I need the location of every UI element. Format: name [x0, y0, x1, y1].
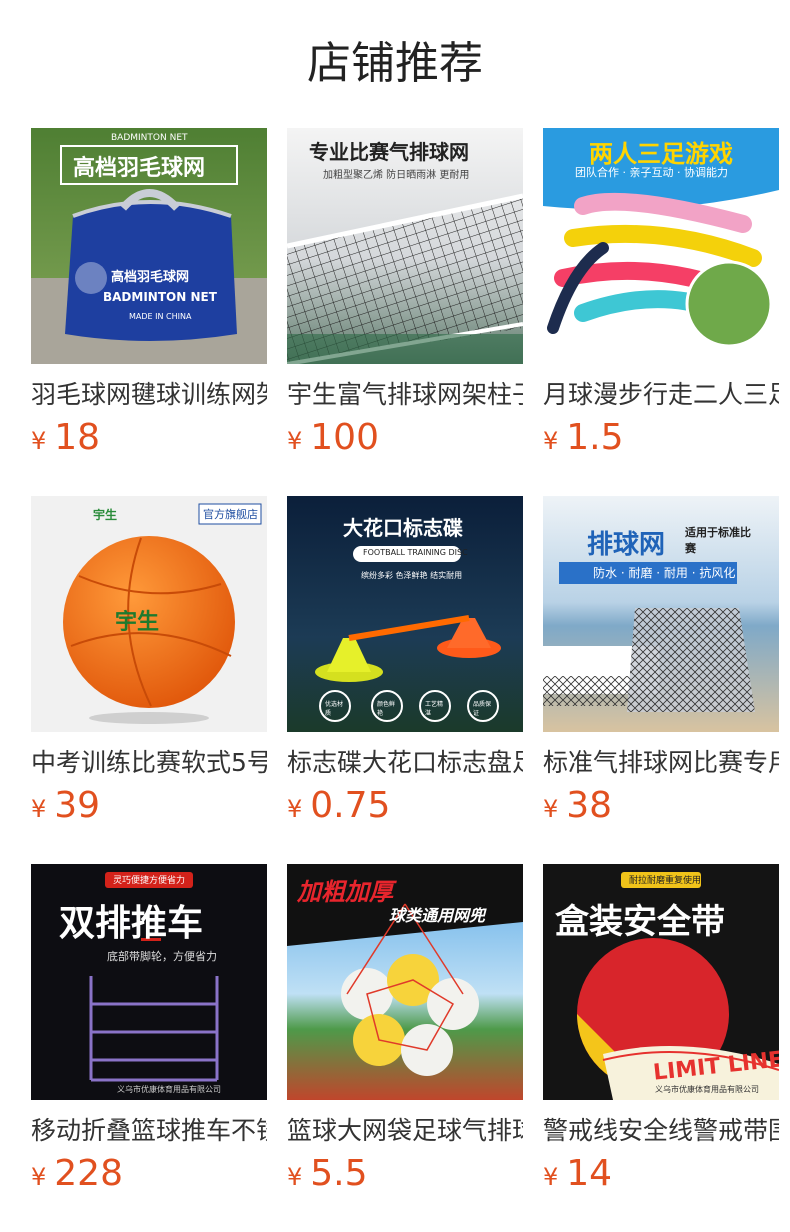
product-image[interactable]: 官方旗舰店 宇生 宇生 [31, 496, 267, 732]
currency-symbol: ¥ [31, 795, 47, 823]
bag-text: 高档羽毛球网 [111, 270, 190, 285]
product-name[interactable]: 标志碟大花口标志盘足 [287, 744, 523, 784]
product-card[interactable]: 两人三足游戏 团队合作 · 亲子互动 · 协调能力 月球漫步行走二人三足 ¥1.… [543, 128, 779, 458]
image-subtitle: 加粗型聚乙烯 防日晒雨淋 更耐用 [323, 170, 470, 181]
image-headline: 高档羽毛球网 [73, 156, 206, 181]
product-image[interactable]: 专业比赛气排球网 加粗型聚乙烯 防日晒雨淋 更耐用 [287, 128, 523, 364]
image-subtitle: 防水 · 耐磨 · 耐用 · 抗风化 [593, 566, 736, 580]
product-name[interactable]: 警戒线安全线警戒带围 [543, 1112, 779, 1152]
product-image[interactable]: 耐拉耐磨重复使用 盒装安全带 LIMIT LINE 义乌市优康体育用品有限公司 [543, 864, 779, 1100]
product-price: ¥0.75 [287, 786, 390, 826]
image-subtitle: BADMINTON NET [111, 133, 188, 143]
product-card[interactable]: 专业比赛气排球网 加粗型聚乙烯 防日晒雨淋 更耐用 宇生富气排球网架柱子 ¥10… [287, 128, 523, 458]
currency-symbol: ¥ [31, 427, 47, 455]
currency-symbol: ¥ [543, 795, 559, 823]
image-subtitle: FOOTBALL TRAINING DISC [363, 548, 468, 557]
product-card[interactable]: 大花口标志碟 FOOTBALL TRAINING DISC 缤纷多彩 色泽鲜艳 … [287, 496, 523, 826]
price-value: 100 [310, 417, 379, 458]
feature-icon-label: 工艺精湛 [425, 701, 444, 717]
bag-english: BADMINTON NET [103, 290, 217, 304]
product-image[interactable]: 高档羽毛球网 BADMINTON NET 高档羽毛球网 BADMINTON NE… [31, 128, 267, 364]
product-card[interactable]: 耐拉耐磨重复使用 盒装安全带 LIMIT LINE 义乌市优康体育用品有限公司 … [543, 864, 779, 1194]
product-card[interactable]: 加粗加厚 球类通用网兜 篮球大网袋足球气排球 ¥5.5 [287, 864, 523, 1194]
image-headline: 专业比赛气排球网 [309, 140, 469, 164]
bag-small-text: MADE IN CHINA [129, 312, 192, 321]
currency-symbol: ¥ [543, 427, 559, 455]
page-title: 店铺推荐 [307, 38, 483, 89]
product-image[interactable]: 排球网 适用于标准比赛 防水 · 耐磨 · 耐用 · 抗风化 [543, 496, 779, 732]
ball-brand-text: 宇生 [115, 610, 160, 635]
image-subtitle: 底部带脚轮，方便省力 [107, 950, 217, 963]
product-price: ¥14 [543, 1154, 612, 1194]
product-price: ¥1.5 [543, 418, 624, 458]
product-price: ¥100 [287, 418, 379, 458]
image-headline: 加粗加厚 [297, 878, 393, 906]
product-card[interactable]: 高档羽毛球网 BADMINTON NET 高档羽毛球网 BADMINTON NE… [31, 128, 267, 458]
image-subtitle: 团队合作 · 亲子互动 · 协调能力 [575, 166, 728, 179]
price-value: 39 [54, 785, 101, 826]
product-price: ¥39 [31, 786, 100, 826]
product-card[interactable]: 官方旗舰店 宇生 宇生 中考训练比赛软式5号 ¥39 [31, 496, 267, 826]
image-headline: 排球网 [587, 530, 666, 560]
product-image[interactable]: 大花口标志碟 FOOTBALL TRAINING DISC 缤纷多彩 色泽鲜艳 … [287, 496, 523, 732]
price-value: 1.5 [566, 417, 624, 458]
image-headline: 盒装安全带 [555, 902, 725, 942]
image-headline: 双排推车 [59, 903, 204, 944]
currency-symbol: ¥ [543, 1163, 559, 1191]
product-card[interactable]: 排球网 适用于标准比赛 防水 · 耐磨 · 耐用 · 抗风化 标准气排球网比赛专… [543, 496, 779, 826]
feature-icon-label: 优选材质 [325, 701, 344, 717]
price-value: 228 [54, 1153, 123, 1194]
image-tag: 耐拉耐磨重复使用 [629, 876, 702, 886]
product-price: ¥5.5 [287, 1154, 368, 1194]
product-name[interactable]: 月球漫步行走二人三足 [543, 376, 779, 416]
image-headline: 大花口标志碟 [343, 516, 463, 540]
image-footer: 义乌市优康体育用品有限公司 [117, 1085, 221, 1094]
product-card[interactable]: 灵巧便捷方便省力 双排推车 底部带脚轮，方便省力 义乌市优康体育用品有限公司 移… [31, 864, 267, 1194]
price-value: 14 [566, 1153, 613, 1194]
image-side-text: 适用于标准比赛 [685, 526, 751, 555]
brand-logo: 宇生 [93, 508, 118, 522]
image-tag: 灵巧便捷方便省力 [113, 876, 186, 886]
price-value: 0.75 [310, 785, 391, 826]
price-value: 5.5 [310, 1153, 368, 1194]
feature-icon-label: 品质保证 [473, 701, 492, 717]
product-price: ¥228 [31, 1154, 123, 1194]
image-subtitle: 球类通用网兜 [389, 906, 486, 925]
currency-symbol: ¥ [287, 427, 303, 455]
product-price: ¥38 [543, 786, 612, 826]
currency-symbol: ¥ [31, 1163, 47, 1191]
product-name[interactable]: 移动折叠篮球推车不锈 [31, 1112, 267, 1152]
price-value: 38 [566, 785, 613, 826]
product-name[interactable]: 羽毛球网毽球训练网架 [31, 376, 267, 416]
product-name[interactable]: 中考训练比赛软式5号 [31, 744, 267, 784]
image-footer: 义乌市优康体育用品有限公司 [655, 1085, 759, 1094]
product-name[interactable]: 篮球大网袋足球气排球 [287, 1112, 523, 1152]
currency-symbol: ¥ [287, 795, 303, 823]
price-value: 18 [54, 417, 101, 458]
product-image[interactable]: 灵巧便捷方便省力 双排推车 底部带脚轮，方便省力 义乌市优康体育用品有限公司 [31, 864, 267, 1100]
product-name[interactable]: 宇生富气排球网架柱子 [287, 376, 523, 416]
feature-icon-label: 颜色鲜艳 [377, 701, 396, 717]
image-tagline: 缤纷多彩 色泽鲜艳 结实耐用 [361, 571, 463, 580]
product-image[interactable]: 两人三足游戏 团队合作 · 亲子互动 · 协调能力 [543, 128, 779, 364]
product-name[interactable]: 标准气排球网比赛专用 [543, 744, 779, 784]
store-badge: 官方旗舰店 [203, 508, 258, 521]
product-price: ¥18 [31, 418, 100, 458]
currency-symbol: ¥ [287, 1163, 303, 1191]
product-image[interactable]: 加粗加厚 球类通用网兜 [287, 864, 523, 1100]
